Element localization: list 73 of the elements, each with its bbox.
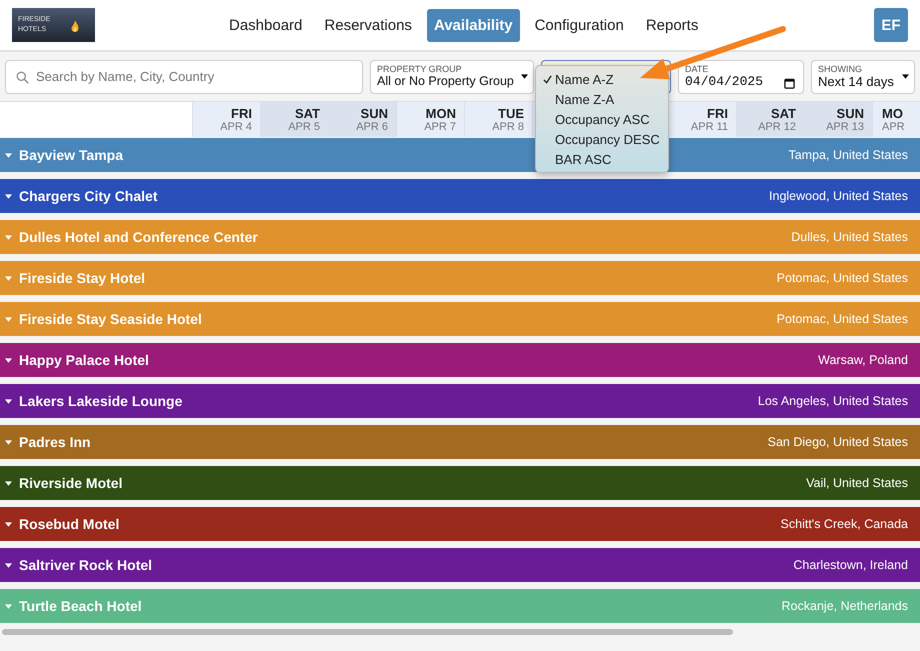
hotel-name: Lakers Lakeside Lounge xyxy=(19,393,182,409)
hotel-location: San Diego, United States xyxy=(768,435,908,449)
hotel-name: Bayview Tampa xyxy=(19,147,124,163)
property-group-select[interactable]: PROPERTY GROUP All or No Property Group xyxy=(370,60,534,94)
search-field[interactable]: Search by Name, City, Country xyxy=(5,60,363,94)
nav-tab[interactable]: Dashboard xyxy=(222,8,310,42)
hotel-row[interactable]: Padres Inn San Diego, United States xyxy=(0,425,920,459)
sort-option[interactable]: Name Z-A xyxy=(536,89,618,109)
date-column-header: TUE APR 8 xyxy=(464,102,532,137)
calendar-icon[interactable] xyxy=(784,78,795,88)
sort-option[interactable]: Occupancy ASC xyxy=(536,109,654,129)
hotel-location: Rockanje, Netherlands xyxy=(782,599,908,613)
hotel-location: Schitt's Creek, Canada xyxy=(780,517,908,531)
hotel-location: Warsaw, Poland xyxy=(818,353,908,367)
hotel-row[interactable]: Riverside Motel Vail, United States xyxy=(0,466,920,500)
campfire-icon xyxy=(70,20,80,34)
scrollbar-thumb[interactable] xyxy=(2,629,733,635)
nav-tab[interactable]: Availability xyxy=(426,8,520,42)
hotel-name: Turtle Beach Hotel xyxy=(19,598,142,614)
hotel-location: Charlestown, Ireland xyxy=(793,558,908,572)
date-column-header: SAT APR 5 xyxy=(260,102,328,137)
hotel-location: Vail, United States xyxy=(806,476,908,490)
caret-icon xyxy=(5,480,12,486)
sort-option[interactable]: Name A-Z xyxy=(536,69,618,89)
hotel-location: Potomac, United States xyxy=(776,312,908,326)
date-column-header: MO APR xyxy=(872,102,920,137)
caret-icon xyxy=(5,152,12,158)
date-field[interactable]: DATE 04/04/2025 xyxy=(678,60,804,94)
nav-tab[interactable]: Reservations xyxy=(317,8,419,42)
hotel-location: Dulles, United States xyxy=(791,230,908,244)
hotel-row[interactable]: Saltriver Rock Hotel Charlestown, Ireland xyxy=(0,548,920,582)
hotel-name: Happy Palace Hotel xyxy=(19,352,149,368)
nav-tab[interactable]: Configuration xyxy=(528,8,631,42)
date-column-header: FRI APR 11 xyxy=(668,102,736,137)
hotel-name: Dulles Hotel and Conference Center xyxy=(19,229,258,245)
search-icon xyxy=(16,70,29,84)
caret-icon xyxy=(5,358,12,362)
showing-select[interactable]: SHOWING Next 14 days xyxy=(811,60,915,94)
user-avatar[interactable]: EF xyxy=(874,8,908,42)
hotel-name: Riverside Motel xyxy=(19,475,122,491)
hotel-row[interactable]: Lakers Lakeside Lounge Los Angeles, United States xyxy=(0,384,920,418)
date-column-header: SUN APR 6 xyxy=(328,102,396,137)
caret-icon xyxy=(5,234,12,240)
caret-icon xyxy=(5,440,12,444)
hotel-row[interactable]: Rosebud Motel Schitt's Creek, Canada xyxy=(0,507,920,541)
date-column-header: SUN APR 13 xyxy=(804,102,872,137)
caret-icon xyxy=(5,398,12,404)
date-column-header: SAT APR 12 xyxy=(736,102,804,137)
hotel-location: Los Angeles, United States xyxy=(758,394,908,408)
caret-icon xyxy=(5,276,12,280)
caret-icon xyxy=(902,74,909,78)
hotel-name: Padres Inn xyxy=(19,434,91,450)
hotel-row[interactable]: Happy Palace Hotel Warsaw, Poland xyxy=(0,343,920,377)
caret-icon xyxy=(5,194,12,198)
checkmark-icon xyxy=(543,74,552,84)
caret-icon xyxy=(5,316,12,322)
hotel-row[interactable]: Chargers City Chalet Inglewood, United States xyxy=(0,179,920,213)
sort-option[interactable]: BAR ASC xyxy=(536,149,616,169)
nav-tab[interactable]: Reports xyxy=(638,8,706,42)
hotel-location: Potomac, United States xyxy=(776,271,908,285)
hotel-name: Fireside Stay Hotel xyxy=(19,270,146,286)
hotel-name: Rosebud Motel xyxy=(19,516,120,532)
hotel-location: Inglewood, United States xyxy=(769,189,908,203)
date-column-header: FRI APR 4 xyxy=(192,102,260,137)
caret-icon xyxy=(5,522,12,526)
hotel-name: Chargers City Chalet xyxy=(19,188,158,204)
caret-icon xyxy=(5,562,12,568)
caret-icon xyxy=(5,604,12,608)
hotel-location: Tampa, United States xyxy=(788,148,908,162)
hotel-name: Fireside Stay Seaside Hotel xyxy=(19,311,202,327)
hotel-name: Saltriver Rock Hotel xyxy=(19,557,152,573)
caret-icon xyxy=(521,74,528,78)
date-column-header: MON APR 7 xyxy=(396,102,464,137)
